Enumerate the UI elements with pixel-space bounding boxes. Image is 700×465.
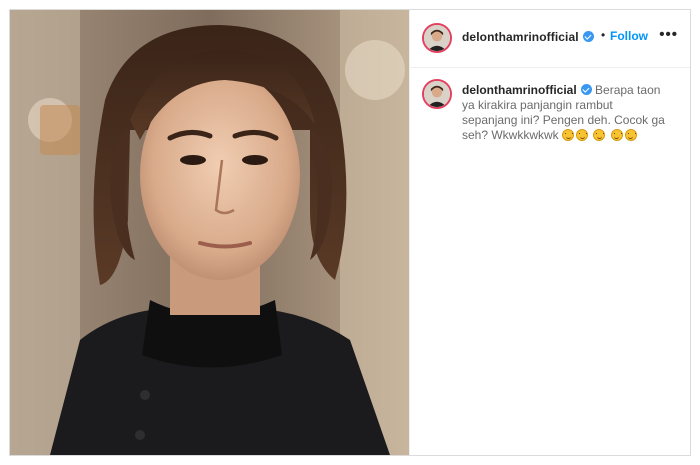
thinking-emoji-icon — [610, 129, 623, 141]
grinning-squint-emoji-icon — [562, 129, 575, 141]
caption-username[interactable]: delonthamrinofficial — [462, 83, 577, 97]
separator-dot: • — [601, 28, 606, 42]
instagram-post-embed: delonthamrinofficial • Follow ••• delont… — [9, 9, 691, 456]
post-photo[interactable] — [10, 10, 409, 455]
thinking-emoji-icon — [624, 129, 637, 141]
avatar-image — [424, 25, 450, 51]
post-side-panel: delonthamrinofficial • Follow ••• delont… — [409, 10, 690, 455]
emoji-row — [559, 128, 639, 142]
portrait-image — [10, 10, 409, 455]
follow-button[interactable]: Follow — [610, 29, 648, 43]
username[interactable]: delonthamrinofficial — [462, 30, 594, 44]
post-header: delonthamrinofficial • Follow ••• — [410, 10, 690, 68]
verified-badge-icon — [580, 84, 592, 95]
caption-text-block: delonthamrinofficial Berapa taon ya kira… — [462, 83, 667, 143]
avatar[interactable] — [422, 23, 452, 53]
verified-badge-icon — [582, 31, 594, 42]
username-text[interactable]: delonthamrinofficial — [462, 30, 579, 44]
smiling-emoji-icon — [593, 129, 606, 141]
caption-avatar[interactable] — [422, 79, 452, 109]
more-options-icon[interactable]: ••• — [659, 26, 678, 43]
avatar-image — [424, 81, 450, 107]
grinning-squint-emoji-icon — [576, 129, 589, 141]
